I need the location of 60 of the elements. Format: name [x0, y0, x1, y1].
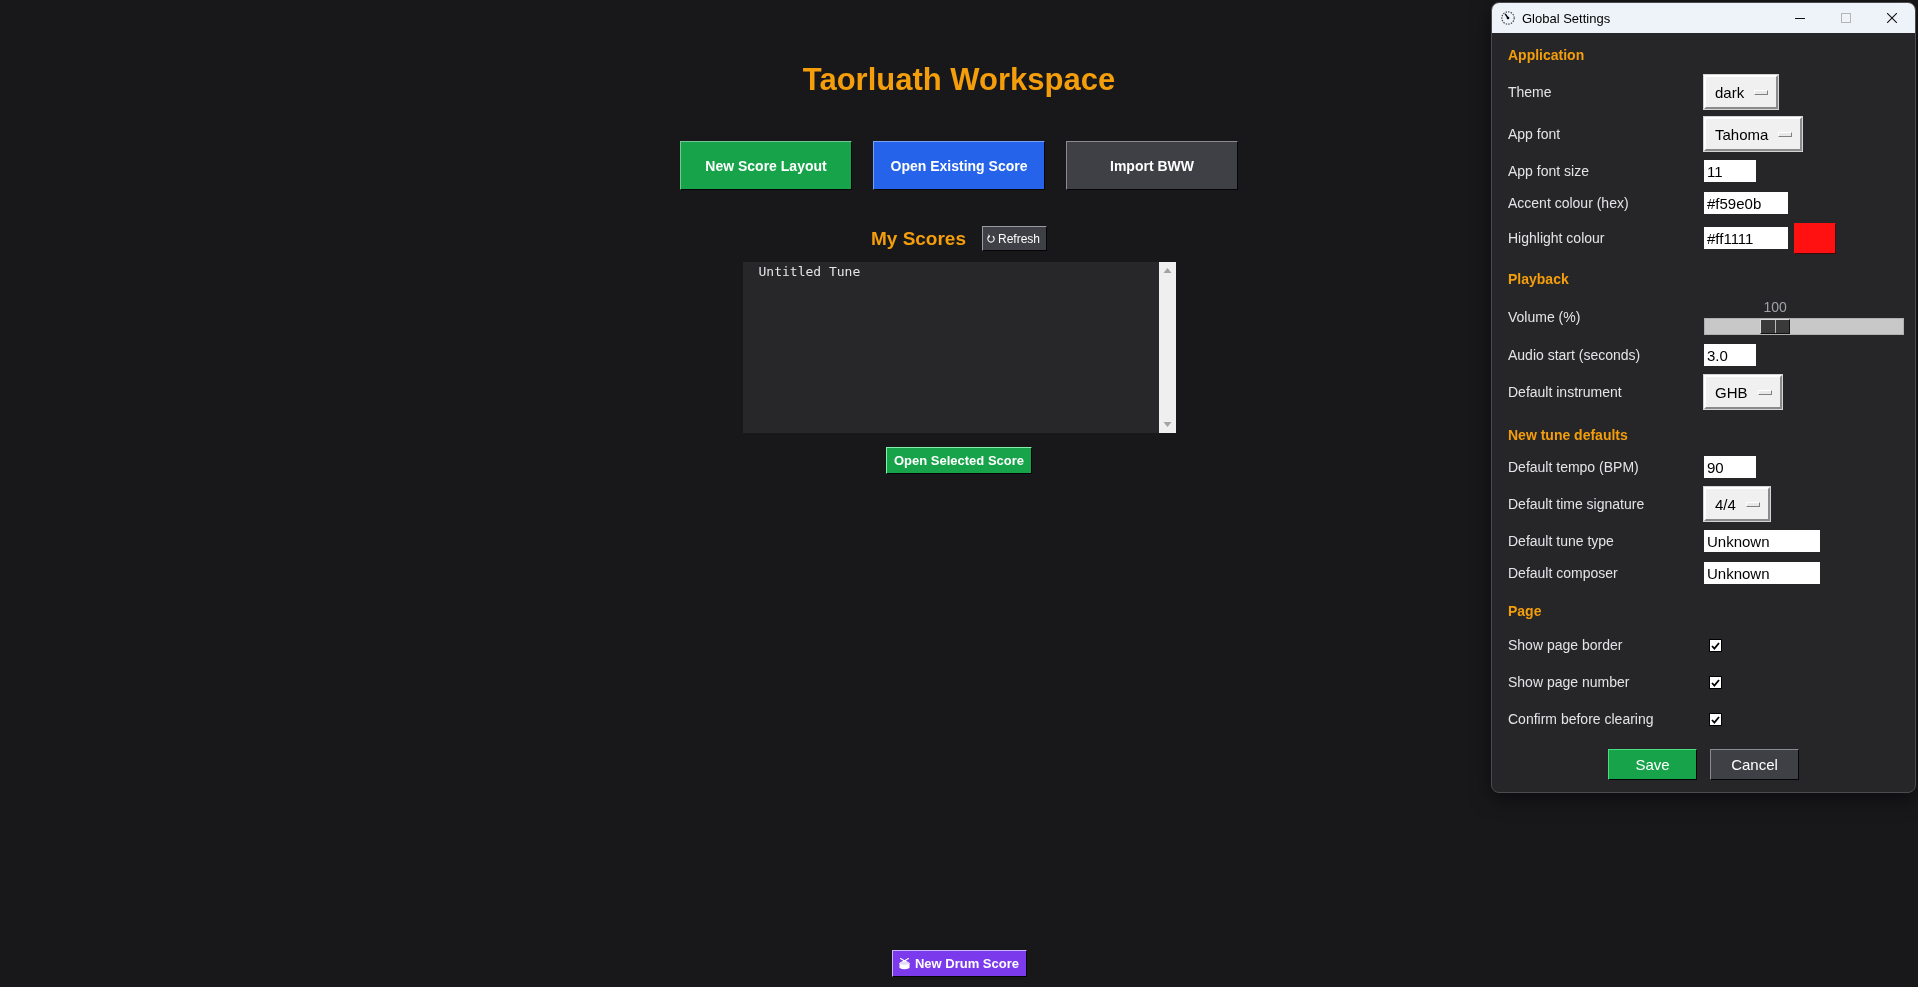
- setting-label: Default tune type: [1508, 532, 1615, 550]
- checkbox[interactable]: [1709, 713, 1722, 726]
- dropdown[interactable]: GHB: [1704, 375, 1782, 409]
- setting-label: Show page number: [1508, 674, 1631, 691]
- slider-value: 100: [1763, 299, 1787, 315]
- input-field[interactable]: Unknown: [1704, 530, 1820, 552]
- setting-label: Default composer: [1508, 564, 1619, 582]
- dropdown-indicator-icon: [1757, 389, 1772, 395]
- scrollbar[interactable]: [1158, 262, 1176, 433]
- setting-label: Audio start (seconds): [1508, 346, 1642, 364]
- setting-label: Confirm before clearing: [1508, 711, 1655, 728]
- section-heading: My Scores: [870, 227, 966, 251]
- setting-label: Default tempo (BPM): [1508, 458, 1640, 476]
- score-list-item[interactable]: Untitled Tune: [752, 264, 867, 280]
- setting-label: App font: [1508, 125, 1562, 143]
- input-field[interactable]: 11: [1704, 160, 1756, 182]
- section-heading: Page: [1508, 602, 1543, 621]
- section-heading: Application: [1508, 46, 1586, 65]
- color-swatch-icon[interactable]: [1794, 222, 1836, 254]
- input-field[interactable]: Unknown: [1704, 562, 1820, 584]
- close-icon: [1887, 13, 1897, 23]
- section-heading: Playback: [1508, 270, 1570, 289]
- setting-label: Highlight colour: [1508, 229, 1606, 247]
- check-icon: [1711, 678, 1720, 687]
- input-field[interactable]: #ff1111: [1704, 227, 1788, 249]
- slider-thumb[interactable]: [1760, 318, 1791, 334]
- dropdown-indicator-icon: [1778, 131, 1793, 137]
- dropdown-indicator-icon: [1745, 501, 1760, 507]
- refresh-button[interactable]: Refresh: [982, 226, 1048, 251]
- setting-label: Theme: [1508, 83, 1553, 101]
- refresh-icon: [987, 233, 995, 244]
- dropdown-indicator-icon: [1754, 89, 1769, 95]
- slider-track[interactable]: [1704, 317, 1904, 335]
- section-heading: New tune defaults: [1508, 426, 1629, 445]
- setting-label: Default time signature: [1508, 495, 1646, 513]
- setting-label: Volume (%): [1508, 308, 1582, 326]
- dropdown[interactable]: Tahoma: [1704, 117, 1803, 151]
- checkbox[interactable]: [1709, 639, 1722, 652]
- action-button[interactable]: Import BWW: [1066, 141, 1238, 190]
- setting-label: Show page border: [1508, 637, 1624, 654]
- new-drum-score-button[interactable]: New Drum Score: [891, 950, 1027, 977]
- input-field[interactable]: 3.0: [1704, 344, 1756, 366]
- dial-icon: [1501, 11, 1515, 25]
- drum-icon: [898, 957, 910, 970]
- setting-label: Accent colour (hex): [1508, 194, 1630, 212]
- setting-label: App font size: [1508, 162, 1590, 180]
- workspace-title: Taorluath Workspace: [802, 61, 1116, 99]
- check-icon: [1711, 641, 1720, 650]
- maximize-icon: [1841, 13, 1851, 23]
- check-icon: [1711, 715, 1720, 724]
- input-field[interactable]: #f59e0b: [1704, 192, 1788, 214]
- dropdown[interactable]: 4/4: [1704, 487, 1770, 521]
- dialog-button[interactable]: Cancel: [1710, 749, 1799, 780]
- window-title: Global Settings: [1522, 11, 1611, 25]
- minimize-icon: [1795, 17, 1805, 19]
- setting-label: Default instrument: [1508, 383, 1623, 401]
- dropdown[interactable]: dark: [1704, 75, 1779, 109]
- input-field[interactable]: 90: [1704, 456, 1756, 478]
- checkbox[interactable]: [1709, 676, 1722, 689]
- action-button[interactable]: Open Existing Score: [873, 141, 1045, 190]
